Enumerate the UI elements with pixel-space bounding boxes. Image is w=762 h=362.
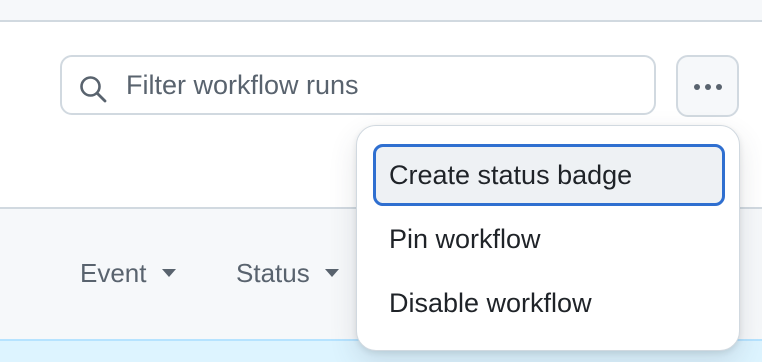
- search-icon: [80, 76, 107, 103]
- more-actions-button[interactable]: [676, 55, 739, 117]
- disable-workflow-menu-item[interactable]: Disable workflow: [373, 272, 725, 334]
- triangle-down-icon: [161, 269, 176, 277]
- status-filter[interactable]: Status: [236, 256, 340, 290]
- menu-item-label: Pin workflow: [389, 223, 541, 254]
- menu-item-label: Create status badge: [389, 159, 633, 190]
- menu-item-label: Disable workflow: [389, 287, 592, 318]
- triangle-down-icon: [324, 269, 339, 277]
- status-filter-label: Status: [236, 257, 310, 288]
- search-input[interactable]: [126, 57, 646, 113]
- search-box[interactable]: [60, 55, 656, 115]
- pin-workflow-menu-item[interactable]: Pin workflow: [373, 208, 725, 270]
- create-status-badge-menu-item[interactable]: Create status badge: [373, 144, 725, 206]
- event-filter[interactable]: Event: [80, 256, 177, 290]
- kebab-horizontal-icon: [694, 84, 722, 90]
- top-header-strip: [0, 0, 762, 22]
- workflow-actions-menu: Create status badge Pin workflow Disable…: [356, 125, 740, 351]
- event-filter-label: Event: [80, 257, 147, 288]
